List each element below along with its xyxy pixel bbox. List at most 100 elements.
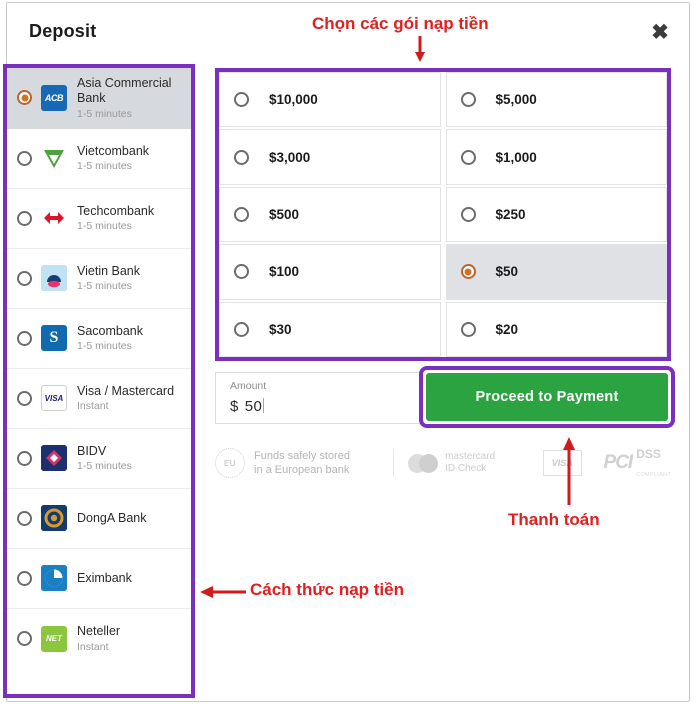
- bank-name: Visa / Mastercard: [77, 383, 175, 398]
- bank-text: Eximbank: [77, 571, 185, 586]
- amount-radio[interactable]: [460, 206, 476, 222]
- bank-radio[interactable]: [17, 631, 32, 646]
- bank-name: Vietin Bank: [77, 263, 141, 278]
- amount-option[interactable]: $20: [445, 301, 667, 357]
- amount-option[interactable]: $30: [219, 301, 441, 357]
- amount-option[interactable]: $10,000: [219, 72, 441, 128]
- eu-badge-text: Funds safely stored in a European bank: [254, 449, 350, 477]
- bank-list-item[interactable]: Eximbank: [7, 548, 191, 609]
- pci-dss-badge: PCI DSS COMPLIANT: [604, 445, 671, 481]
- bank-radio[interactable]: [17, 90, 32, 106]
- bank-name: Eximbank: [77, 570, 132, 585]
- annotation-arrow-up-icon: [563, 437, 575, 505]
- proceed-button-highlight: Proceed to Payment: [419, 366, 675, 428]
- amount-radio[interactable]: [460, 149, 476, 165]
- amount-radio[interactable]: [234, 321, 249, 337]
- amount-option[interactable]: $250: [445, 186, 667, 243]
- amount-option-label: $20: [495, 321, 519, 337]
- bank-list-item[interactable]: Vietin Bank 1-5 minutes: [7, 248, 191, 309]
- amount-option-label: $500: [269, 206, 300, 222]
- mastercard-badge-text: mastercard ID Check: [445, 451, 495, 476]
- bank-list-item[interactable]: S Sacombank 1-5 minutes: [7, 308, 191, 369]
- bank-text: Sacombank 1-5 minutes: [77, 324, 185, 353]
- bank-list-item[interactable]: Vietcombank 1-5 minutes: [7, 128, 191, 189]
- bank-list-item[interactable]: BIDV 1-5 minutes: [7, 428, 191, 489]
- amount-input-label: Amount: [230, 380, 267, 392]
- bank-text: Vietin Bank 1-5 minutes: [77, 264, 185, 293]
- amount-radio[interactable]: [460, 92, 476, 108]
- mastercard-badge: mastercard ID Check: [408, 451, 543, 476]
- donga-logo: [41, 505, 67, 531]
- amount-input[interactable]: Amount $ 50: [215, 372, 425, 424]
- amount-radio[interactable]: [460, 321, 476, 337]
- bank-radio[interactable]: [17, 450, 32, 466]
- annotation-arrow-left-icon: [200, 586, 246, 598]
- vietinbank-logo: [41, 265, 67, 291]
- neteller-logo: NET: [41, 625, 67, 652]
- bank-text: Techcombank 1-5 minutes: [77, 204, 185, 233]
- bank-text: Visa / Mastercard Instant: [77, 384, 185, 413]
- eu-badge-line1: Funds safely stored: [254, 449, 350, 462]
- bank-processing-time: Instant: [77, 640, 109, 653]
- pci-dss-label: DSS: [636, 447, 661, 461]
- mastercard-line1: mastercard: [445, 450, 496, 462]
- proceed-to-payment-button[interactable]: Proceed to Payment: [426, 373, 668, 421]
- pci-icon: PCI: [603, 452, 634, 473]
- amount-option[interactable]: $500: [219, 186, 441, 243]
- bank-processing-time: Instant: [77, 400, 109, 413]
- bank-list-item[interactable]: Techcombank 1-5 minutes: [7, 188, 191, 249]
- eximbank-logo: [41, 565, 67, 591]
- amount-radio[interactable]: [234, 149, 249, 165]
- bank-text: DongA Bank: [77, 511, 185, 526]
- bank-name: BIDV: [77, 443, 107, 458]
- bank-list-item[interactable]: NET Neteller Instant: [7, 608, 191, 669]
- pci-dss-text: DSS COMPLIANT: [636, 445, 671, 481]
- amount-option-label: $3,000: [269, 149, 311, 165]
- bank-name: Sacombank: [77, 323, 144, 338]
- amount-radio[interactable]: [460, 264, 476, 280]
- amount-option[interactable]: $3,000: [219, 129, 441, 185]
- amount-option-label: $100: [269, 264, 300, 280]
- amount-option-label: $250: [495, 206, 526, 222]
- bank-radio[interactable]: [17, 150, 32, 166]
- bank-name: Vietcombank: [77, 143, 150, 158]
- bank-radio[interactable]: [17, 570, 32, 586]
- mastercard-icon: [408, 453, 439, 473]
- close-icon[interactable]: ✖: [645, 17, 675, 47]
- bank-name: DongA Bank: [77, 510, 147, 525]
- bank-radio[interactable]: [17, 510, 32, 526]
- bank-text: Asia Commercial Bank 1-5 minutes: [77, 76, 185, 120]
- bank-name: Neteller: [77, 624, 121, 639]
- bank-processing-time: 1-5 minutes: [77, 107, 132, 120]
- deposit-main: $10,000 $5,000 $3,000 $1,000 $500 $250 $100 $50…: [207, 64, 683, 697]
- bank-radio[interactable]: [17, 270, 32, 286]
- amount-option-label: $30: [269, 321, 292, 337]
- bidv-logo: [41, 445, 67, 471]
- bank-radio[interactable]: [17, 210, 32, 226]
- sacombank-logo: S: [41, 325, 67, 351]
- vietcombank-logo: [41, 145, 67, 171]
- amount-radio[interactable]: [234, 264, 249, 280]
- bank-text: BIDV 1-5 minutes: [77, 444, 185, 473]
- bank-radio[interactable]: [17, 330, 32, 346]
- amount-option[interactable]: $5,000: [445, 72, 667, 128]
- amount-option[interactable]: $1,000: [445, 129, 667, 185]
- amount-currency-symbol: $: [230, 397, 239, 415]
- amount-option[interactable]: $100: [219, 244, 441, 300]
- amount-radio[interactable]: [234, 206, 249, 222]
- amount-grid: $10,000 $5,000 $3,000 $1,000 $500 $250 $100 $50…: [219, 72, 667, 357]
- bank-list-item[interactable]: ACB Asia Commercial Bank 1-5 minutes: [7, 68, 191, 129]
- pci-compliant-label: COMPLIANT: [636, 472, 671, 478]
- eu-badge: EU Funds safely stored in a European ban…: [215, 448, 393, 478]
- bank-list-item[interactable]: DongA Bank: [7, 488, 191, 549]
- annotation-arrow-down-icon: [415, 36, 425, 62]
- amount-radio[interactable]: [234, 92, 249, 108]
- bank-radio[interactable]: [17, 390, 32, 406]
- bank-list: ACB Asia Commercial Bank 1-5 minutes Vietco…: [7, 68, 191, 669]
- amount-option-label: $10,000: [269, 92, 318, 108]
- bank-text: Neteller Instant: [77, 624, 185, 653]
- bank-list-item[interactable]: VISA Visa / Mastercard Instant: [7, 368, 191, 429]
- mastercard-line2: ID Check: [445, 463, 487, 474]
- amount-option-label: $1,000: [495, 149, 537, 165]
- amount-option[interactable]: $50: [445, 244, 667, 300]
